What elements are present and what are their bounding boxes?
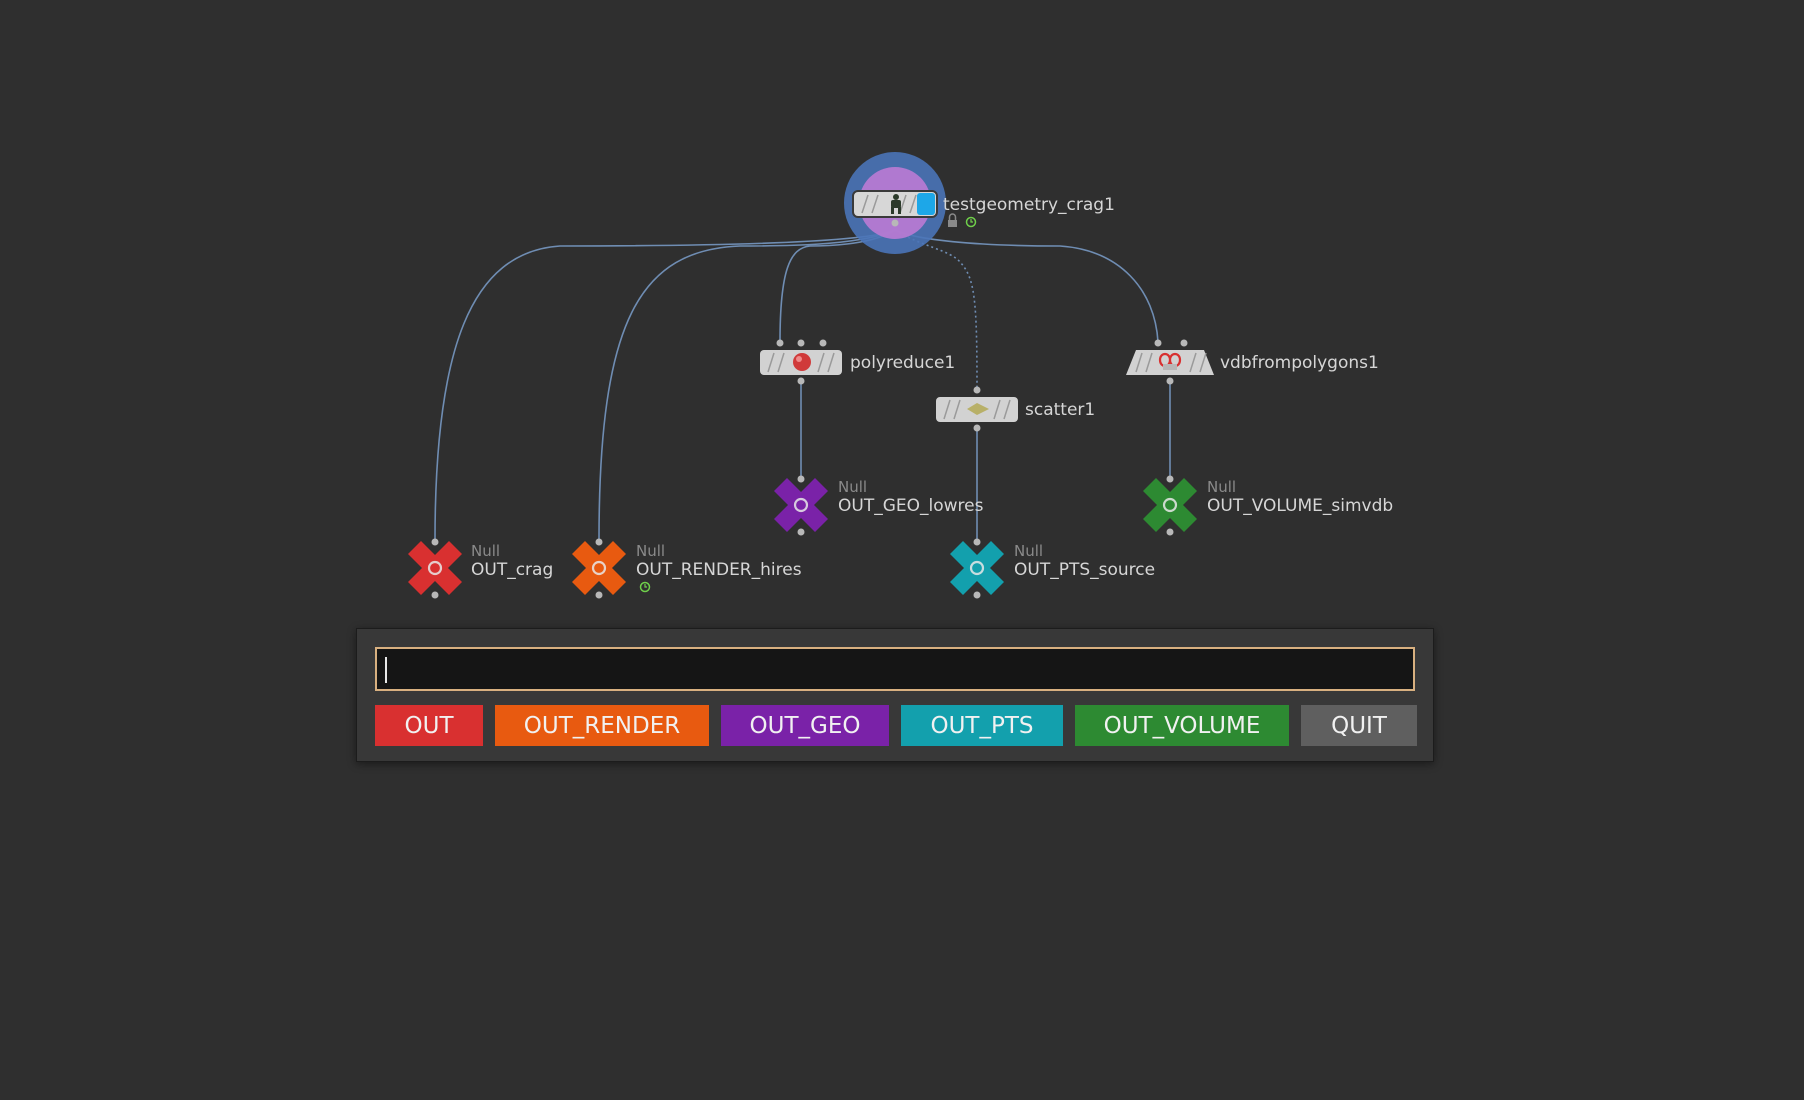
node-graph[interactable]: testgeometry_crag1 polyreduce1 scatter1 …	[0, 0, 1804, 1100]
node-type-label: Null	[838, 478, 867, 496]
output-connector[interactable]	[973, 424, 981, 432]
quit-button[interactable]: QUIT	[1301, 705, 1417, 746]
node-type-label: Null	[1207, 478, 1236, 496]
out-render-button[interactable]: OUT_RENDER	[495, 705, 709, 746]
node-label: testgeometry_crag1	[943, 195, 1115, 215]
node-label: polyreduce1	[850, 353, 955, 373]
node-type-label: Null	[636, 542, 665, 560]
input-connector[interactable]	[797, 475, 805, 483]
output-connector[interactable]	[1166, 377, 1174, 385]
node-scatter1[interactable]: scatter1	[936, 386, 1095, 432]
out-pts-button[interactable]: OUT_PTS	[901, 705, 1063, 746]
node-label: OUT_PTS_source	[1014, 560, 1155, 580]
polyreduce-icon	[793, 353, 811, 371]
output-connector[interactable]	[797, 377, 805, 385]
null-icon	[772, 476, 830, 534]
out-geo-button[interactable]: OUT_GEO	[721, 705, 889, 746]
node-out-geo-lowres[interactable]: Null OUT_GEO_lowres	[772, 475, 984, 536]
wire-to-out-crag	[434, 229, 896, 541]
search-input[interactable]	[375, 647, 1415, 691]
output-connector[interactable]	[973, 591, 981, 599]
wire-to-vdbfrompolygons	[894, 229, 1159, 343]
node-out-pts-source[interactable]: Null OUT_PTS_source	[948, 538, 1155, 599]
node-label: OUT_GEO_lowres	[838, 496, 984, 516]
node-label: scatter1	[1025, 400, 1095, 420]
null-picker-dialog: OUT OUT_RENDER OUT_GEO OUT_PTS OUT_VOLUM…	[356, 628, 1434, 762]
input-connector[interactable]	[595, 538, 603, 546]
input-connector[interactable]	[431, 538, 439, 546]
input-connector[interactable]	[973, 538, 981, 546]
input-connector[interactable]	[973, 386, 981, 394]
node-out-volume-simvdb[interactable]: Null OUT_VOLUME_simvdb	[1141, 475, 1393, 536]
node-label: OUT_RENDER_hires	[636, 560, 802, 580]
output-connector[interactable]	[595, 591, 603, 599]
output-connector[interactable]	[797, 528, 805, 536]
out-button[interactable]: OUT	[375, 705, 483, 746]
node-out-render-hires[interactable]: Null OUT_RENDER_hires	[570, 538, 802, 599]
node-type-label: Null	[1014, 542, 1043, 560]
null-icon	[406, 539, 464, 597]
input-connector[interactable]	[776, 339, 784, 347]
null-icon	[948, 539, 1006, 597]
node-out-crag[interactable]: Null OUT_crag	[406, 538, 553, 599]
clock-icon	[639, 581, 651, 593]
output-connector[interactable]	[431, 591, 439, 599]
input-connector[interactable]	[1154, 339, 1162, 347]
out-volume-button[interactable]: OUT_VOLUME	[1075, 705, 1289, 746]
node-vdbfrompolygons1[interactable]: vdbfrompolygons1	[1126, 339, 1379, 385]
display-flag-marker	[917, 193, 935, 215]
node-label: vdbfrompolygons1	[1220, 353, 1379, 373]
output-connector[interactable]	[1166, 528, 1174, 536]
input-connector[interactable]	[797, 339, 805, 347]
null-icon	[570, 539, 628, 597]
node-polyreduce1[interactable]: polyreduce1	[760, 339, 955, 385]
text-caret	[385, 657, 387, 683]
node-label: OUT_crag	[471, 560, 553, 580]
output-connector[interactable]	[891, 219, 899, 227]
node-type-label: Null	[471, 542, 500, 560]
null-icon	[1141, 476, 1199, 534]
clock-icon	[965, 216, 977, 228]
input-connector[interactable]	[819, 339, 827, 347]
input-connector[interactable]	[1180, 339, 1188, 347]
lock-icon	[948, 213, 957, 227]
input-connector[interactable]	[1166, 475, 1174, 483]
node-testgeometry-crag1[interactable]: testgeometry_crag1	[844, 152, 1115, 254]
node-label: OUT_VOLUME_simvdb	[1207, 496, 1393, 516]
